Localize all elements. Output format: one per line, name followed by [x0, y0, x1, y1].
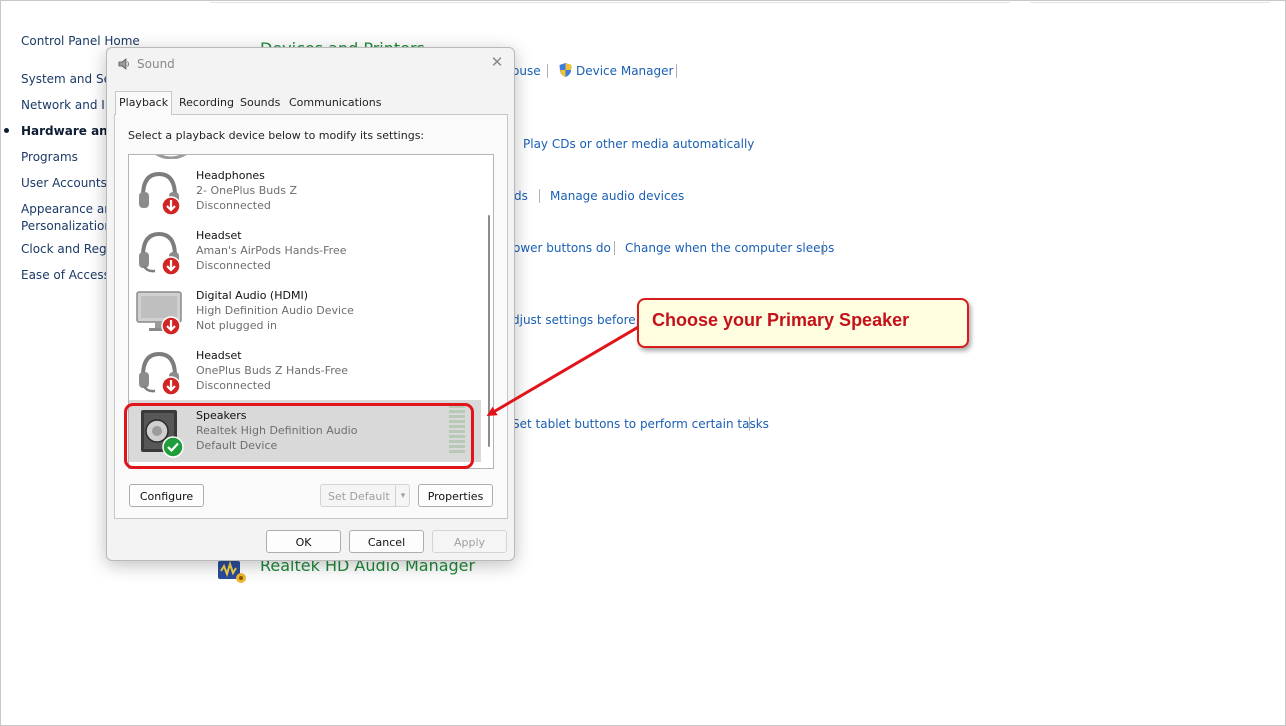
disconnected-arrow-icon — [161, 316, 181, 336]
nav-network-internet[interactable]: Network and Int — [21, 98, 117, 112]
tab-communications[interactable]: Communications — [286, 94, 384, 114]
device-name: Digital Audio (HDMI) — [196, 289, 308, 302]
device-description: 2- OnePlus Buds Z — [196, 184, 298, 197]
nav-personalization[interactable]: Personalization — [21, 219, 112, 233]
cancel-button[interactable]: Cancel — [349, 530, 424, 553]
device-description: Aman's AirPods Hands-Free — [196, 244, 347, 257]
link-separator — [823, 241, 824, 255]
power-buttons-link[interactable]: ower buttons do — [513, 241, 611, 255]
device-manager-link[interactable]: Device Manager — [576, 64, 673, 78]
list-item-headset-oneplus[interactable]: Headset OnePlus Buds Z Hands-Free Discon… — [129, 340, 481, 400]
nav-ease-of-access[interactable]: Ease of Access — [21, 268, 110, 282]
active-nav-bullet — [4, 128, 9, 133]
dialog-title: Sound — [137, 57, 175, 71]
tablet-buttons-link[interactable]: Set tablet buttons to perform certain ta… — [512, 417, 769, 431]
mouse-link[interactable]: ouse — [512, 64, 541, 78]
apply-button[interactable]: Apply — [432, 530, 507, 553]
list-item-headphones[interactable]: Headphones 2- OnePlus Buds Z Disconnecte… — [129, 160, 481, 220]
link-separator — [547, 64, 548, 78]
tab-sounds[interactable]: Sounds — [237, 94, 283, 114]
ok-button[interactable]: OK — [266, 530, 341, 553]
nav-system-security[interactable]: System and Sec — [21, 72, 118, 86]
set-default-dropdown-icon[interactable]: ▾ — [395, 486, 410, 507]
list-scrollbar[interactable] — [488, 215, 490, 447]
realtek-audio-icon — [218, 560, 246, 583]
device-status: Disconnected — [196, 379, 271, 392]
device-status: Disconnected — [196, 199, 271, 212]
tab-recording[interactable]: Recording — [176, 94, 237, 114]
link-separator — [614, 241, 615, 255]
change-sounds-link[interactable]: ds — [514, 189, 528, 203]
list-item-headset-airpods[interactable]: Headset Aman's AirPods Hands-Free Discon… — [129, 220, 481, 280]
device-status: Not plugged in — [196, 319, 278, 332]
link-separator — [539, 189, 540, 203]
configure-button[interactable]: Configure — [129, 484, 204, 507]
device-status: Disconnected — [196, 259, 271, 272]
close-icon[interactable]: ✕ — [489, 54, 505, 70]
device-name: Headset — [196, 229, 242, 242]
manage-audio-devices-link[interactable]: Manage audio devices — [550, 189, 684, 203]
properties-button[interactable]: Properties — [418, 484, 493, 507]
autoplay-link[interactable]: Play CDs or other media automatically — [523, 137, 754, 151]
instruction-text: Select a playback device below to modify… — [128, 129, 425, 142]
adjust-settings-link[interactable]: djust settings before gi — [512, 313, 650, 327]
divider — [1030, 2, 1270, 3]
device-name: Headphones — [196, 169, 265, 182]
nav-programs[interactable]: Programs — [21, 150, 78, 164]
uac-shield-icon — [559, 63, 572, 77]
disconnected-arrow-icon — [161, 256, 181, 276]
nav-clock-region[interactable]: Clock and Regio — [21, 242, 117, 256]
tab-playback[interactable]: Playback — [115, 91, 173, 115]
link-separator — [676, 64, 677, 78]
disconnected-arrow-icon — [161, 196, 181, 216]
headphones-icon — [155, 155, 187, 159]
highlight-box — [124, 403, 474, 469]
device-description: High Definition Audio Device — [196, 304, 354, 317]
annotation-callout: Choose your Primary Speaker — [637, 298, 969, 348]
divider — [210, 2, 1010, 3]
sleep-settings-link[interactable]: Change when the computer sleeps — [625, 241, 834, 255]
list-item-digital-audio-hdmi[interactable]: Digital Audio (HDMI) High Definition Aud… — [129, 280, 481, 340]
nav-user-accounts[interactable]: User Accounts — [21, 176, 107, 190]
device-name: Headset — [196, 349, 242, 362]
device-description: OnePlus Buds Z Hands-Free — [196, 364, 349, 377]
nav-appearance[interactable]: Appearance and — [21, 202, 119, 216]
sound-dialog: Sound ✕ Playback Recording Sounds Commun… — [106, 47, 515, 561]
disconnected-arrow-icon — [161, 376, 181, 396]
sound-speaker-icon — [118, 58, 129, 70]
link-separator — [749, 417, 750, 431]
nav-control-panel-home[interactable]: Control Panel Home — [21, 34, 140, 48]
